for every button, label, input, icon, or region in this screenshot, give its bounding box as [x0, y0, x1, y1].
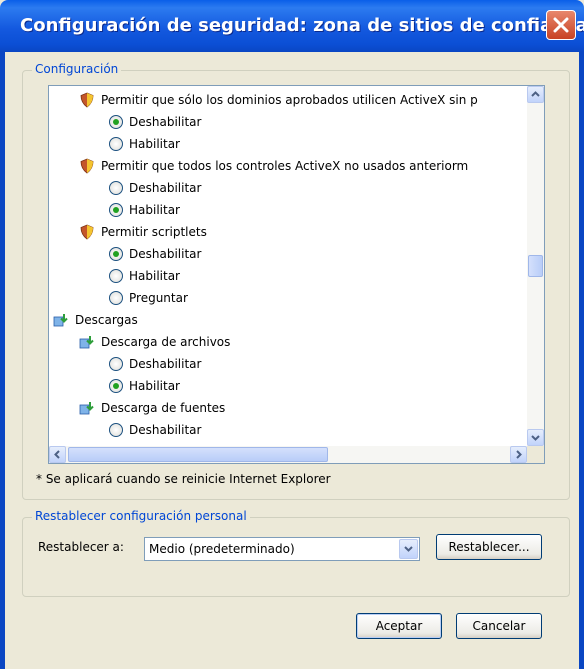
- restart-note: * Se aplicará cuando se reinicie Interne…: [36, 472, 331, 486]
- settings-tree[interactable]: Permitir que sólo los dominios aprobados…: [48, 85, 545, 464]
- reset-level-select[interactable]: Medio (predeterminado): [144, 537, 420, 561]
- tree-label: Deshabilitar: [129, 115, 202, 129]
- vertical-scroll-thumb[interactable]: [528, 255, 543, 277]
- chevron-down-icon: [404, 546, 413, 552]
- reset-level-value: Medio (predeterminado): [149, 542, 295, 556]
- tree-label: Descarga de fuentes: [101, 401, 226, 415]
- radio-button[interactable]: [109, 115, 123, 129]
- download-icon: [53, 312, 69, 328]
- window-frame-left: [0, 52, 5, 669]
- reset-button[interactable]: Restablecer...: [436, 534, 542, 560]
- tree-label: Deshabilitar: [129, 247, 202, 261]
- radio-button[interactable]: [109, 203, 123, 217]
- title-bar[interactable]: Configuración de seguridad: zona de siti…: [0, 0, 584, 52]
- radio-button[interactable]: [109, 137, 123, 151]
- chevron-left-icon: [54, 450, 60, 459]
- download-icon: [79, 334, 95, 350]
- vertical-scrollbar[interactable]: [527, 86, 544, 446]
- chevron-right-icon: [516, 450, 522, 459]
- tree-label: Deshabilitar: [129, 423, 202, 437]
- tree-label: Descarga de archivos: [101, 335, 231, 349]
- shield-icon: [79, 224, 95, 240]
- tree-label: Preguntar: [129, 291, 188, 305]
- radio-button[interactable]: [109, 379, 123, 393]
- radio-button[interactable]: [109, 291, 123, 305]
- tree-label: Permitir scriptlets: [101, 225, 207, 239]
- close-icon: [553, 17, 569, 33]
- scrollbar-corner: [527, 446, 544, 463]
- reset-to-label: Restablecer a:: [38, 540, 124, 554]
- radio-button[interactable]: [109, 247, 123, 261]
- scroll-right-button[interactable]: [510, 446, 527, 463]
- tree-label: Descargas: [75, 313, 138, 327]
- tree-label: Habilitar: [129, 137, 180, 151]
- tree-label: Permitir que sólo los dominios aprobados…: [101, 93, 478, 107]
- download-icon: [79, 400, 95, 416]
- scroll-left-button[interactable]: [49, 446, 66, 463]
- horizontal-scroll-thumb[interactable]: [68, 447, 328, 462]
- tree-label: Habilitar: [129, 379, 180, 393]
- ok-button[interactable]: Aceptar: [356, 613, 442, 639]
- reset-group-legend: Restablecer configuración personal: [32, 509, 250, 523]
- tree-label: Habilitar: [129, 203, 180, 217]
- radio-button[interactable]: [109, 423, 123, 437]
- shield-icon: [79, 158, 95, 174]
- tree-label: Deshabilitar: [129, 181, 202, 195]
- cancel-button[interactable]: Cancelar: [456, 613, 542, 639]
- radio-button[interactable]: [109, 357, 123, 371]
- scroll-down-button[interactable]: [527, 429, 544, 446]
- dropdown-button[interactable]: [399, 539, 418, 559]
- tree-label: Deshabilitar: [129, 357, 202, 371]
- chevron-down-icon: [531, 435, 540, 441]
- radio-button[interactable]: [109, 269, 123, 283]
- window-title: Configuración de seguridad: zona de siti…: [20, 15, 584, 36]
- settings-group-legend: Configuración: [32, 62, 122, 76]
- shield-icon: [79, 92, 95, 108]
- radio-button[interactable]: [109, 181, 123, 195]
- tree-label: Permitir que todos los controles ActiveX…: [101, 159, 469, 173]
- scroll-up-button[interactable]: [527, 86, 544, 103]
- horizontal-scrollbar[interactable]: [49, 446, 527, 463]
- window-frame-right: [579, 52, 584, 669]
- tree-label: Habilitar: [129, 269, 180, 283]
- close-button[interactable]: [546, 10, 576, 40]
- chevron-up-icon: [531, 91, 540, 97]
